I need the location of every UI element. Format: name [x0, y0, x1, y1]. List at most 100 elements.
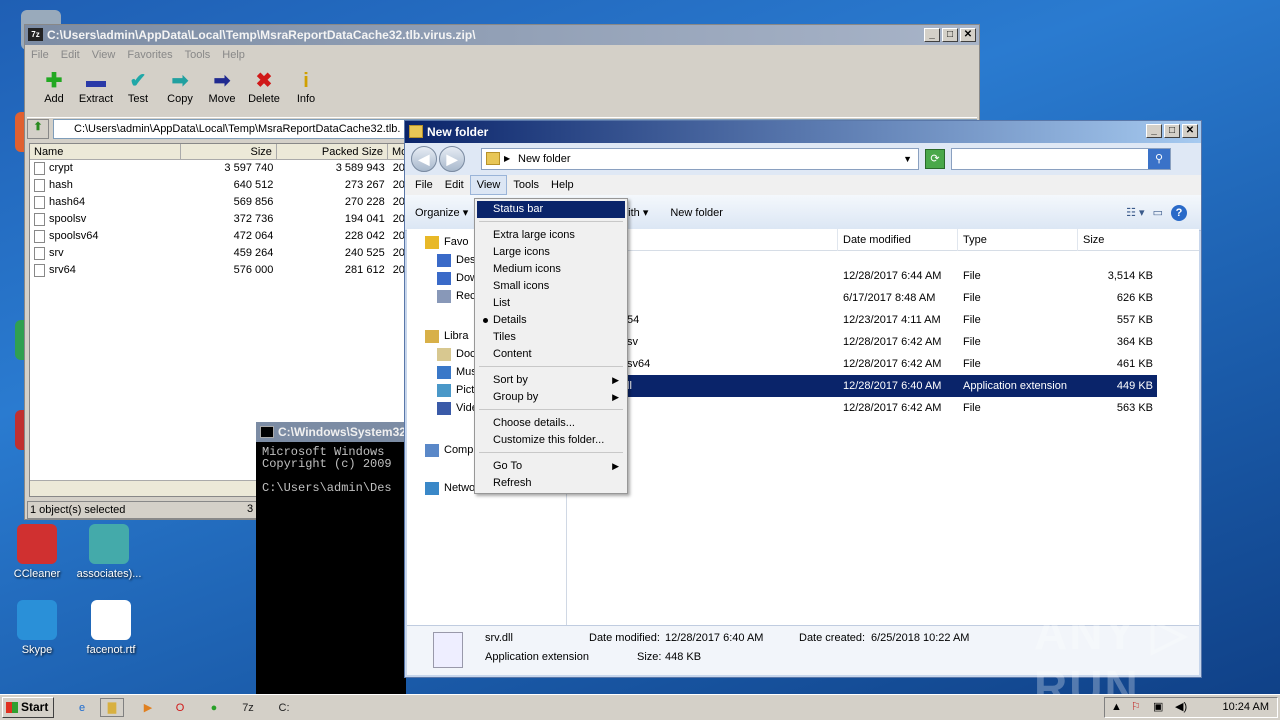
menu-item-group-by[interactable]: Group by ▶ — [477, 389, 625, 406]
chrome-icon[interactable]: ● — [202, 698, 226, 717]
menu-item-file[interactable]: File — [409, 175, 439, 195]
organize-button[interactable]: Organize ▾ — [415, 206, 468, 219]
nav-item[interactable]: Doc — [437, 345, 476, 363]
close-button[interactable]: ✕ — [1182, 124, 1198, 138]
start-button[interactable]: Start — [2, 697, 54, 718]
column-type[interactable]: Type — [957, 229, 1077, 251]
minimize-button[interactable]: _ — [924, 28, 940, 42]
help-icon[interactable]: ? — [1171, 204, 1187, 221]
search-box[interactable]: ⚲ — [951, 148, 1171, 170]
column-header[interactable]: Name — [30, 144, 182, 159]
menu-item-large-icons[interactable]: Large icons — [477, 244, 625, 261]
menu-item-go-to[interactable]: Go To ▶ — [477, 458, 625, 475]
menu-item-details[interactable]: Details — [477, 312, 625, 329]
close-button[interactable]: ✕ — [960, 28, 976, 42]
7zip-icon[interactable]: 7z — [236, 698, 260, 717]
table-row[interactable]: 54 12/23/2017 4:11 AM File 557 KB — [567, 309, 1157, 331]
explorer-title-bar[interactable]: New folder _ □ ✕ — [405, 121, 1201, 143]
menu-item-sort-by[interactable]: Sort by ▶ — [477, 372, 625, 389]
desktop-shortcut[interactable]: CCleaner — [2, 524, 72, 580]
clock[interactable]: 10:24 AM — [1223, 701, 1269, 713]
new-folder-button[interactable]: New folder — [670, 207, 723, 219]
menu-item-file[interactable]: File — [31, 49, 49, 61]
menu-item-view[interactable]: View — [92, 49, 116, 61]
nav-item[interactable]: Des — [437, 251, 476, 269]
nav-item[interactable]: Dow — [437, 269, 478, 287]
test-button[interactable]: ✔ Test — [117, 65, 159, 115]
column-header[interactable]: Packed Size — [277, 144, 389, 159]
menu-item-status-bar[interactable]: Status bar — [477, 201, 625, 218]
preview-pane-icon[interactable]: ▭ — [1153, 206, 1163, 219]
menu-item-help[interactable]: Help — [222, 49, 245, 61]
menu-item-extra-large-icons[interactable]: Extra large icons — [477, 227, 625, 244]
menu-item-medium-icons[interactable]: Medium icons — [477, 261, 625, 278]
column-size[interactable]: Size — [1077, 229, 1157, 251]
menu-item-list[interactable]: List — [477, 295, 625, 312]
column-header[interactable]: Size — [181, 144, 277, 159]
maximize-button[interactable]: □ — [1164, 124, 1180, 138]
table-row[interactable]: hash64 569 856 270 228 20 — [30, 194, 408, 211]
desktop-shortcut[interactable]: associates)... — [74, 524, 144, 580]
table-row[interactable]: spoolsv64 472 064 228 042 20 — [30, 228, 408, 245]
column-date-modified[interactable]: Date modified — [837, 229, 957, 251]
table-row[interactable]: spoolsv 372 736 194 041 20 — [30, 211, 408, 228]
tray-expand-icon[interactable]: ▲ — [1111, 698, 1122, 717]
menu-item-view[interactable]: View — [469, 175, 508, 195]
move-button[interactable]: ➡ Move — [201, 65, 243, 115]
nav-item[interactable]: Comp — [425, 441, 473, 459]
maximize-button[interactable]: □ — [942, 28, 958, 42]
menu-item-choose-details[interactable]: Choose details... — [477, 415, 625, 432]
menu-item-tools[interactable]: Tools — [185, 49, 211, 61]
search-icon[interactable]: ⚲ — [1148, 149, 1170, 169]
menu-item-customize-this-folder[interactable]: Customize this folder... — [477, 432, 625, 449]
menu-item-refresh[interactable]: Refresh — [477, 475, 625, 492]
nav-item[interactable]: Rec — [437, 287, 476, 305]
breadcrumb[interactable]: ▶ New folder ▼ — [481, 148, 919, 170]
volume-icon[interactable]: ◀) — [1175, 698, 1187, 717]
media-player-icon[interactable]: ▶ — [136, 698, 160, 717]
table-row[interactable]: ll 12/28/2017 6:40 AM Application extensio… — [567, 375, 1157, 397]
desktop-shortcut[interactable]: Skype — [2, 600, 72, 656]
network-tray-icon[interactable]: ▣ — [1153, 698, 1163, 717]
forward-button[interactable]: ▶ — [439, 146, 465, 172]
nav-item[interactable]: Mus — [437, 363, 477, 381]
nav-item[interactable]: Vide — [437, 399, 478, 417]
ie-icon[interactable]: e — [70, 698, 94, 717]
up-folder-button[interactable]: ⬆ — [27, 118, 49, 139]
menu-item-small-icons[interactable]: Small icons — [477, 278, 625, 295]
minimize-button[interactable]: _ — [1146, 124, 1162, 138]
nav-item[interactable]: Libra — [425, 327, 468, 345]
nav-item[interactable]: Favo — [425, 233, 468, 251]
table-row[interactable]: crypt 3 597 740 3 589 943 20 — [30, 160, 408, 177]
copy-button[interactable]: ➡ Copy — [159, 65, 201, 115]
desktop-shortcut[interactable]: facenot.rtf — [76, 600, 146, 656]
view-options-icon[interactable]: ☷ ▾ — [1126, 206, 1144, 219]
cmd-icon[interactable]: C: — [272, 698, 296, 717]
back-button[interactable]: ◀ — [411, 146, 437, 172]
nav-item[interactable]: Pict — [437, 381, 474, 399]
7zip-title-bar[interactable]: 7z C:\Users\admin\AppData\Local\Temp\Msr… — [25, 25, 979, 45]
chevron-down-icon[interactable]: ▼ — [903, 149, 912, 169]
refresh-icon[interactable]: ⟳ — [925, 149, 945, 169]
table-row[interactable]: 12/28/2017 6:44 AM File 3,514 KB — [567, 265, 1157, 287]
delete-button[interactable]: ✖ Delete — [243, 65, 285, 115]
menu-item-tools[interactable]: Tools — [507, 175, 545, 195]
menu-item-edit[interactable]: Edit — [439, 175, 470, 195]
extract-button[interactable]: ▬ Extract — [75, 65, 117, 115]
info-button[interactable]: i Info — [285, 65, 327, 115]
opera-icon[interactable]: O — [168, 698, 192, 717]
menu-item-favorites[interactable]: Favorites — [127, 49, 172, 61]
menu-item-help[interactable]: Help — [545, 175, 580, 195]
table-row[interactable]: srv64 576 000 281 612 20 — [30, 262, 408, 279]
table-row[interactable]: hash 640 512 273 267 20 — [30, 177, 408, 194]
table-row[interactable]: sv 12/28/2017 6:42 AM File 364 KB — [567, 331, 1157, 353]
cmd-console-text[interactable]: Microsoft Windows Copyright (c) 2009 C:\… — [256, 442, 406, 498]
menu-item-edit[interactable]: Edit — [61, 49, 80, 61]
menu-item-tiles[interactable]: Tiles — [477, 329, 625, 346]
table-row[interactable]: 6/17/2017 8:48 AM File 626 KB — [567, 287, 1157, 309]
security-alert-icon[interactable]: ⚐ — [1131, 698, 1141, 717]
table-row[interactable]: 12/28/2017 6:42 AM File 563 KB — [567, 397, 1157, 419]
cmd-title-bar[interactable]: C:\Windows\System32 — [256, 422, 406, 442]
table-row[interactable]: sv64 12/28/2017 6:42 AM File 461 KB — [567, 353, 1157, 375]
explorer-icon[interactable]: ▇ — [100, 698, 124, 717]
